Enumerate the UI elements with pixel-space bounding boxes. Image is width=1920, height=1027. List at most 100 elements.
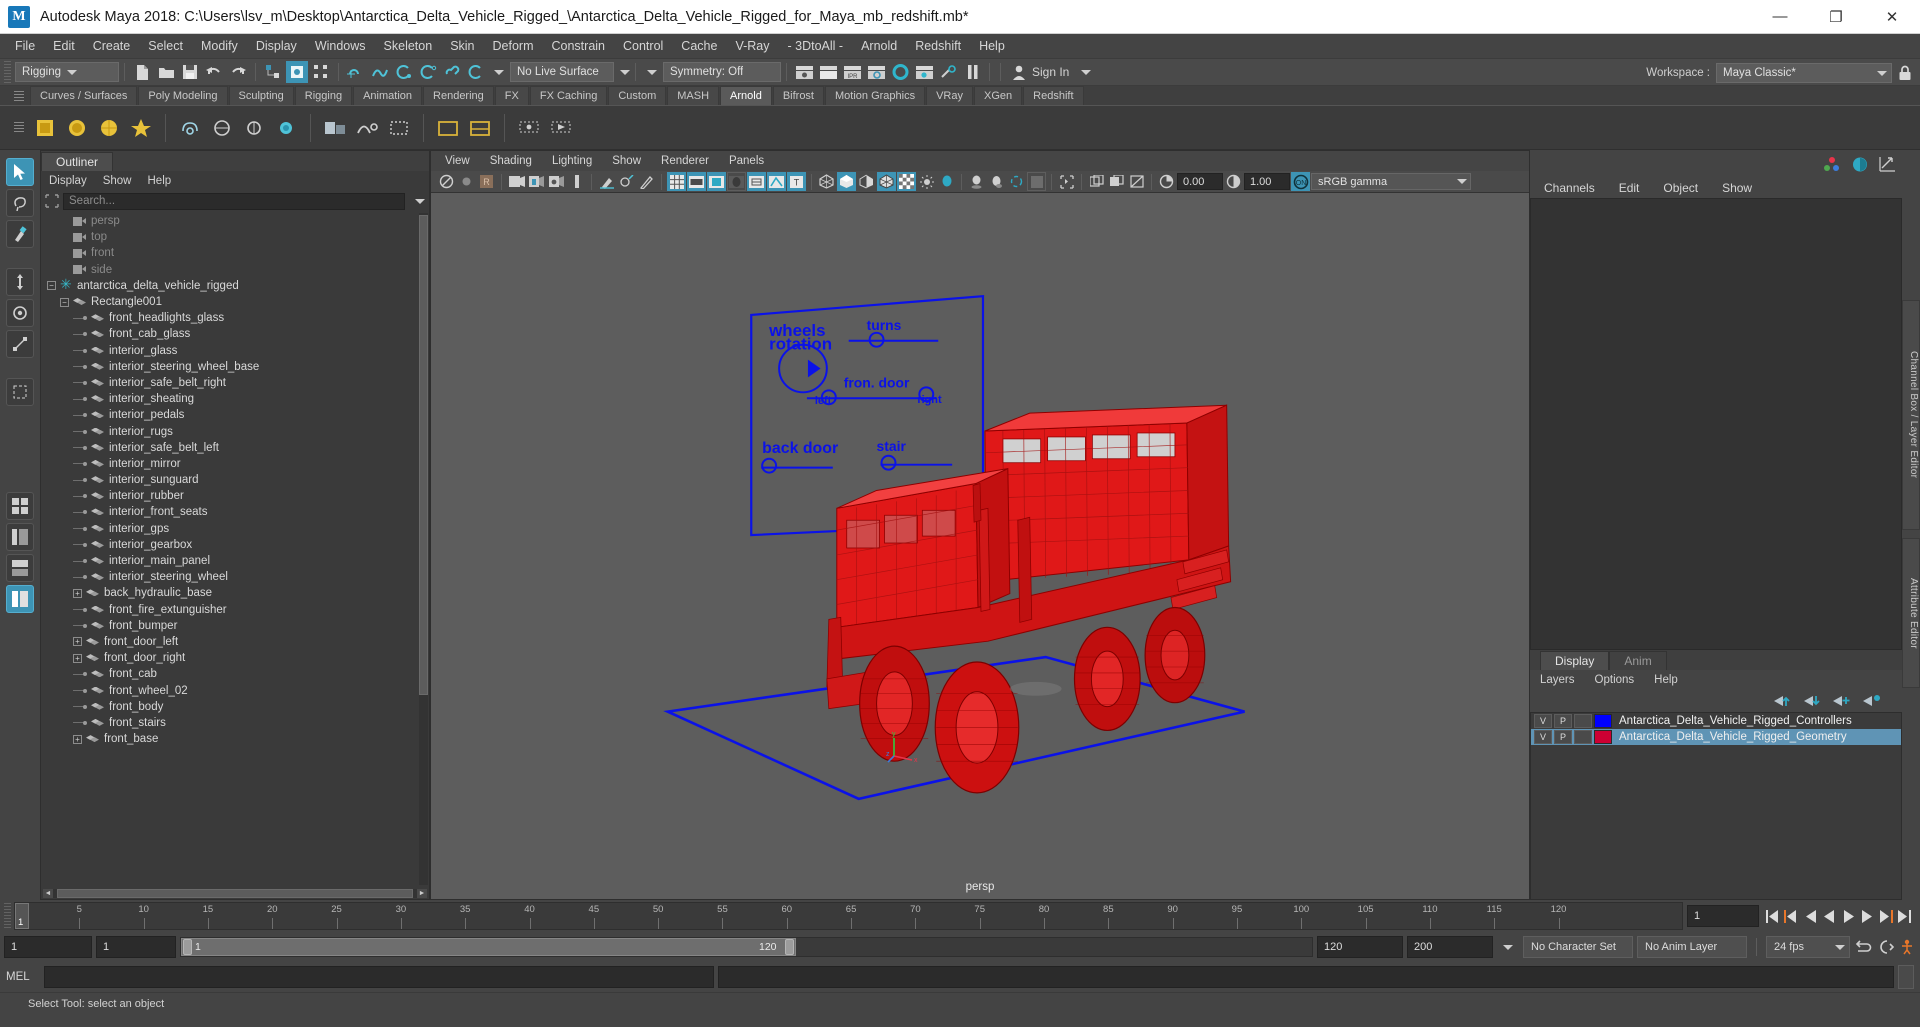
step-forward-frame-icon[interactable] <box>1858 905 1876 927</box>
arnold-bbox-button[interactable] <box>384 113 414 143</box>
layer-type-toggle[interactable] <box>1574 714 1592 728</box>
hypershade-button[interactable] <box>889 61 911 83</box>
layer-playback-toggle[interactable]: P <box>1554 730 1572 744</box>
outliner-item[interactable]: front <box>41 245 429 261</box>
current-time-indicator[interactable]: 1 <box>15 903 29 929</box>
viewport-menu-shading[interactable]: Shading <box>490 155 532 167</box>
shelf-tab-fx[interactable]: FX <box>494 86 529 105</box>
isolate-select-icon[interactable] <box>1057 172 1076 191</box>
grease-pencil-icon[interactable] <box>617 172 636 191</box>
outliner-persp-layout-button[interactable] <box>6 585 34 613</box>
go-to-end-icon[interactable] <box>1896 905 1914 927</box>
play-backwards-icon[interactable] <box>1820 905 1838 927</box>
xray-toggle-icon[interactable] <box>1087 172 1106 191</box>
multisample-icon[interactable] <box>1027 172 1046 191</box>
menu-item-cache[interactable]: Cache <box>672 34 726 58</box>
outliner-item[interactable]: interior_mirror <box>41 456 429 472</box>
collapse-icon[interactable]: − <box>47 281 56 291</box>
tab-display[interactable]: Display <box>1540 651 1610 670</box>
wireframe-shading-icon[interactable] <box>817 172 836 191</box>
light-editor-button[interactable] <box>913 61 935 83</box>
outliner-item[interactable]: front_cab <box>41 666 429 682</box>
render-sequence-button[interactable] <box>817 61 839 83</box>
lock-icon[interactable] <box>1898 65 1912 81</box>
shelf-tab-animation[interactable]: Animation <box>353 86 423 105</box>
snap-to-point-button[interactable] <box>393 61 415 83</box>
wireframe-on-shaded-icon[interactable] <box>877 172 896 191</box>
paint-select-tool-button[interactable] <box>6 220 34 248</box>
menu-item-file[interactable]: File <box>6 34 44 58</box>
arnold-volume-button[interactable] <box>175 113 205 143</box>
layer-playback-toggle[interactable]: P <box>1554 714 1572 728</box>
grid-toggle-icon[interactable] <box>667 172 686 191</box>
close-button[interactable]: ✕ <box>1864 0 1920 33</box>
display-layer-row[interactable]: V P Antarctica_Delta_Vehicle_Rigged_Geomet… <box>1531 729 1901 745</box>
shelf-tab-rendering[interactable]: Rendering <box>423 86 494 105</box>
shadows-icon[interactable] <box>967 172 986 191</box>
render-view-button[interactable] <box>793 61 815 83</box>
character-set-selector[interactable]: No Character Set <box>1523 936 1633 958</box>
menu-item-display[interactable]: Display <box>247 34 306 58</box>
layer-color-swatch[interactable] <box>1594 714 1612 728</box>
new-scene-button[interactable] <box>131 61 153 83</box>
color-profile-selector[interactable]: sRGB gamma <box>1311 173 1471 190</box>
chevron-down-icon[interactable] <box>647 69 657 75</box>
shelf-tab-arnold[interactable]: Arnold <box>720 86 772 105</box>
playback-end-time-field[interactable]: 120 <box>1317 936 1403 958</box>
viewport-menu-view[interactable]: View <box>445 155 470 167</box>
shelf-tab-rigging[interactable]: Rigging <box>294 86 353 105</box>
range-end-handle[interactable] <box>785 939 794 955</box>
channelbox-menu-channels[interactable]: Channels <box>1544 181 1595 195</box>
arnold-render-to-texture-button[interactable] <box>465 113 495 143</box>
arnold-sky-button[interactable] <box>207 113 237 143</box>
outliner-item[interactable]: − Rectangle001 <box>41 294 429 310</box>
menu-item-redshift[interactable]: Redshift <box>906 34 970 58</box>
layer-menu-help[interactable]: Help <box>1654 674 1678 686</box>
playback-start-time-field[interactable]: 1 <box>96 936 176 958</box>
move-layer-up-icon[interactable] <box>1772 694 1790 708</box>
arnold-skydome-light-button[interactable] <box>62 113 92 143</box>
collapse-icon[interactable]: − <box>60 297 69 307</box>
gamma-field[interactable]: 1.00 <box>1244 173 1290 190</box>
persp-graph-layout-button[interactable] <box>6 554 34 582</box>
shelf-tab-fx-caching[interactable]: FX Caching <box>529 86 608 105</box>
pause-render-button[interactable] <box>961 61 983 83</box>
anim-layer-selector[interactable]: No Anim Layer <box>1637 936 1747 958</box>
outliner-item[interactable]: interior_gearbox <box>41 537 429 553</box>
shelf-tab-sculpting[interactable]: Sculpting <box>228 86 294 105</box>
chevron-down-icon[interactable] <box>415 198 425 204</box>
menu-item-help[interactable]: Help <box>970 34 1014 58</box>
bookmark-icon[interactable] <box>457 172 476 191</box>
xray-joints-icon[interactable] <box>767 172 786 191</box>
menu-item-skin[interactable]: Skin <box>441 34 483 58</box>
playback-speed-selector[interactable]: 24 fps <box>1766 936 1850 958</box>
layer-visibility-toggle[interactable]: V <box>1534 730 1552 744</box>
select-by-component-button[interactable] <box>310 61 332 83</box>
outliner-item[interactable]: front_stairs <box>41 715 429 731</box>
side-tab-channel-box[interactable]: Channel Box / Layer Editor <box>1902 300 1920 530</box>
film-gate-icon[interactable] <box>687 172 706 191</box>
outliner-menu-help[interactable]: Help <box>148 175 172 187</box>
outliner-item[interactable]: interior_pedals <box>41 407 429 423</box>
show-manipulator-tool-button[interactable] <box>6 378 34 406</box>
shelf-tab-redshift[interactable]: Redshift <box>1023 86 1084 105</box>
shelf-tab-bifrost[interactable]: Bifrost <box>772 86 824 105</box>
step-forward-keyframe-icon[interactable] <box>1877 905 1895 927</box>
maximize-button[interactable]: ❐ <box>1808 0 1864 33</box>
outliner-vertical-scrollbar[interactable] <box>419 213 428 885</box>
outliner-item[interactable]: interior_main_panel <box>41 553 429 569</box>
outliner-item[interactable]: interior_rugs <box>41 423 429 439</box>
outliner-item[interactable]: interior_rubber <box>41 488 429 504</box>
menu-item-select[interactable]: Select <box>139 34 192 58</box>
attributes-icon[interactable]: R <box>477 172 496 191</box>
image-plane-icon[interactable] <box>567 172 586 191</box>
scroll-right-icon[interactable]: ► <box>417 888 427 898</box>
command-output-field[interactable] <box>718 966 1894 988</box>
gate-mask-icon[interactable] <box>727 172 746 191</box>
chevron-down-icon[interactable] <box>494 69 504 75</box>
undo-button[interactable] <box>203 61 225 83</box>
show-attribute-editor-icon[interactable] <box>1851 156 1869 173</box>
shelf-tab-poly-modeling[interactable]: Poly Modeling <box>138 86 228 105</box>
anim-start-time-field[interactable]: 1 <box>4 936 92 958</box>
use-default-lighting-icon[interactable] <box>917 172 936 191</box>
